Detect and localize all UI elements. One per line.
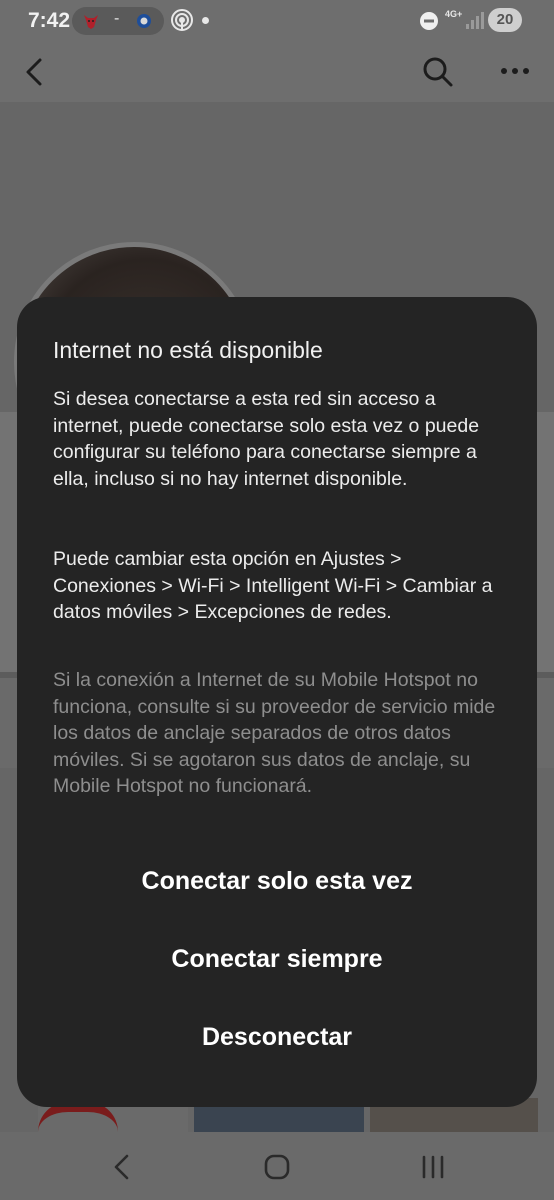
status-bar: 7:42 - 4G+ 20 [0, 0, 554, 42]
dialog-title: Internet no está disponible [53, 337, 323, 363]
disconnect-button[interactable]: Desconectar [17, 1023, 537, 1052]
notification-pill: - [72, 7, 164, 35]
dot-icon [202, 17, 209, 24]
nav-home-icon[interactable] [263, 1153, 291, 1181]
back-arrow-icon[interactable] [18, 52, 52, 92]
search-icon[interactable] [420, 54, 456, 90]
app-bar [0, 42, 554, 102]
hotspot-icon [171, 9, 193, 31]
dialog-settings-hint: Puede cambiar esta opción en Ajustes > C… [53, 548, 493, 624]
team-logo-icon [137, 14, 151, 28]
navigation-bar [0, 1132, 554, 1200]
network-type: 4G+ [445, 9, 463, 19]
more-options-icon[interactable] [498, 56, 532, 86]
signal-icon [466, 12, 484, 29]
status-time: 7:42 [28, 9, 71, 32]
nav-back-icon[interactable] [108, 1152, 136, 1182]
connect-once-button[interactable]: Conectar solo esta vez [17, 867, 537, 896]
do-not-disturb-icon [420, 12, 438, 30]
dialog-hotspot-note: Si la conexión a Internet de su Mobile H… [53, 669, 496, 798]
nav-recent-apps-icon[interactable] [418, 1153, 448, 1181]
connect-always-button[interactable]: Conectar siempre [17, 945, 537, 974]
bulls-logo-icon [84, 15, 98, 29]
notification-separator: - [114, 10, 120, 27]
no-internet-dialog: Internet no está disponible Si desea con… [17, 297, 537, 1107]
battery-indicator: 20 [488, 8, 522, 32]
dialog-message: Si desea conectarse a esta red sin acces… [53, 388, 480, 490]
